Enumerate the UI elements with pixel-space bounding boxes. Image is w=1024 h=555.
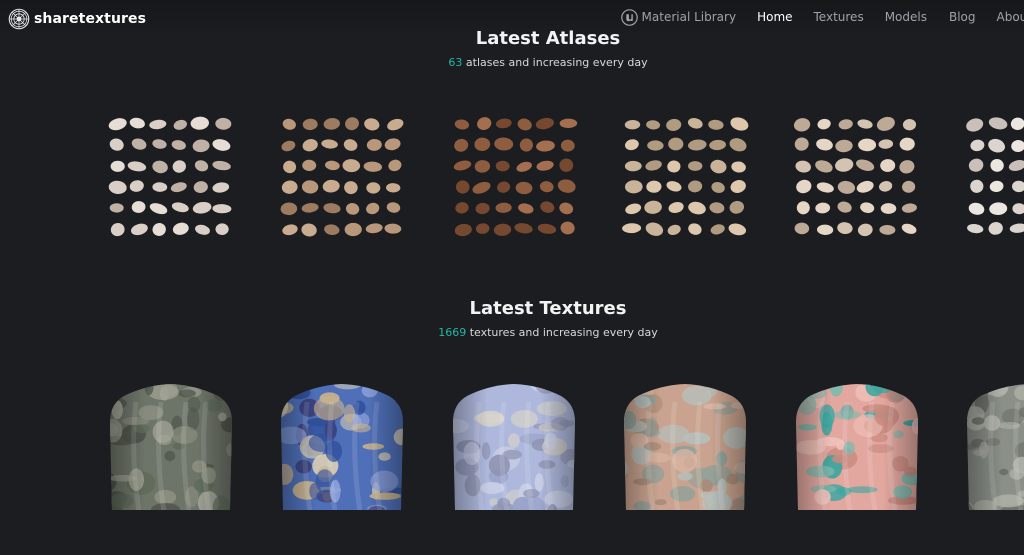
texture-card[interactable] xyxy=(106,382,236,514)
nav-about[interactable]: About xyxy=(997,10,1024,24)
atlases-count: 63 xyxy=(448,56,463,69)
atlas-preview-image xyxy=(793,116,917,237)
texture-card[interactable] xyxy=(963,382,1024,514)
atlases-row xyxy=(0,115,1024,243)
unreal-engine-icon xyxy=(620,8,638,26)
nav-models[interactable]: Models xyxy=(885,10,927,24)
atlas-card[interactable] xyxy=(278,115,406,239)
textures-row xyxy=(0,382,1024,514)
textures-subtitle-text: textures and increasing every day xyxy=(466,326,658,339)
atlas-card[interactable] xyxy=(965,115,1024,239)
nav-textures[interactable]: Textures xyxy=(814,10,864,24)
atlases-subtitle-text: atlases and increasing every day xyxy=(462,56,648,69)
atlas-card[interactable] xyxy=(622,115,750,239)
textures-title: Latest Textures xyxy=(469,298,627,319)
nav-material-library-label: Material Library xyxy=(641,10,737,24)
brand-name: sharetextures xyxy=(34,11,147,27)
texture-card[interactable] xyxy=(449,382,579,514)
texture-preview-image xyxy=(967,384,1024,510)
page: sharetextures Material Library Home Text… xyxy=(0,0,1024,555)
atlas-card[interactable] xyxy=(792,115,920,239)
atlas-preview-image xyxy=(453,117,578,237)
texture-card[interactable] xyxy=(792,382,922,514)
texture-preview-image xyxy=(281,384,403,510)
atlases-subtitle: 63 atlases and increasing every day xyxy=(0,56,1024,69)
texture-card[interactable] xyxy=(277,382,407,514)
atlas-preview-image xyxy=(280,117,404,237)
atlas-card[interactable] xyxy=(106,115,234,239)
atlas-preview-image xyxy=(108,116,232,237)
nav-home[interactable]: Home xyxy=(757,10,792,24)
atlas-preview-image xyxy=(966,117,1024,235)
texture-preview-image xyxy=(796,384,918,510)
textures-subtitle: 1669 textures and increasing every day xyxy=(0,326,1024,339)
atlas-card[interactable] xyxy=(451,115,579,239)
brand-logo-link[interactable]: sharetextures xyxy=(8,8,146,30)
atlas-preview-image xyxy=(622,117,749,236)
texture-preview-image xyxy=(110,384,232,510)
textures-count: 1669 xyxy=(438,326,467,339)
texture-preview-image xyxy=(453,384,575,510)
nav-material-library[interactable]: Material Library xyxy=(620,8,737,26)
sharetextures-logo-icon xyxy=(8,8,30,30)
texture-preview-image xyxy=(624,384,746,510)
nav-blog[interactable]: Blog xyxy=(949,10,976,24)
atlases-title: Latest Atlases xyxy=(475,28,621,49)
texture-card[interactable] xyxy=(620,382,750,514)
